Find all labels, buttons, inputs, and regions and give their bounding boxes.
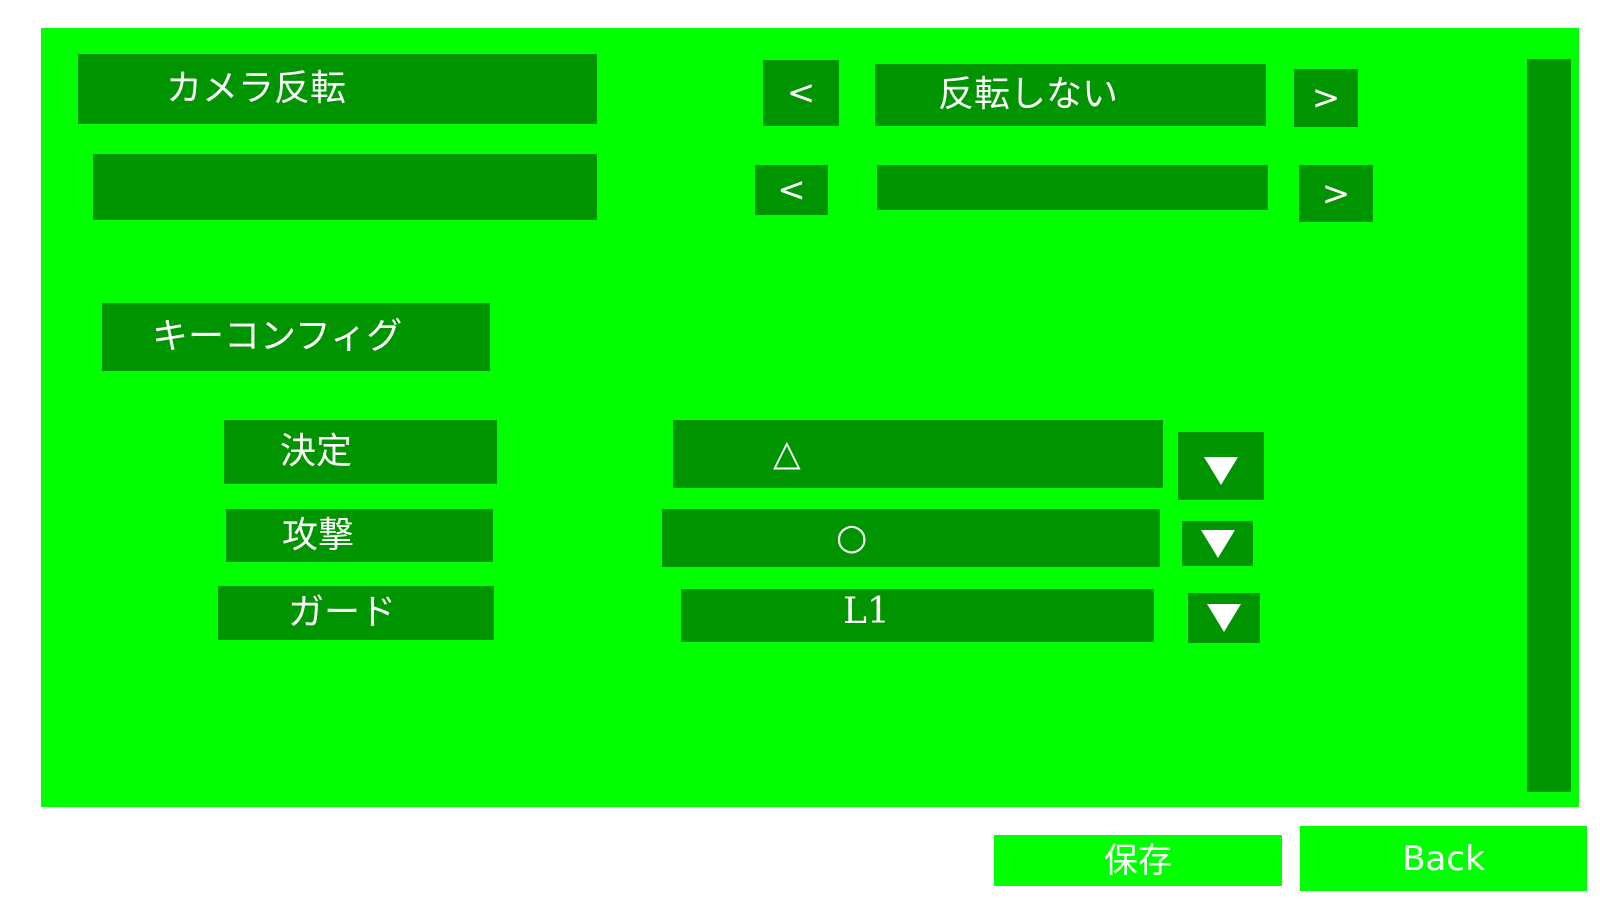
key-config-confirm-label: 決定 [224,420,497,484]
settings-panel [41,28,1579,807]
key-config-attack-value-text: ○ [836,517,868,558]
back-button-label: Back [1402,838,1485,879]
key-config-guard-dropdown-button[interactable] [1188,593,1260,643]
key-config-heading: キーコンフィグ [102,303,490,371]
chevron-left-icon: < [786,73,816,113]
key-config-guard-value: L1 [681,589,1154,642]
scrollbar[interactable] [1527,59,1571,792]
save-button[interactable]: 保存 [994,835,1282,886]
key-config-confirm-label-text: 決定 [280,431,353,472]
key-config-confirm-value-text: △ [773,433,801,474]
camera-invert-prev-button[interactable]: < [763,60,839,126]
camera-invert-value: 反転しない [875,64,1266,126]
key-config-confirm-value: △ [673,420,1163,488]
key-config-guard-value-text: L1 [843,590,890,632]
key-config-attack-label: 攻撃 [226,509,493,562]
key-config-attack-label-text: 攻撃 [282,514,355,556]
triangle-down-icon [1200,529,1235,558]
chevron-right-icon: > [1321,173,1351,214]
chevron-right-icon: > [1311,78,1341,118]
setting-next-button[interactable]: > [1299,165,1373,222]
key-config-guard-label: ガード [218,586,494,640]
key-config-confirm-dropdown-button[interactable] [1178,432,1264,500]
key-config-attack-dropdown-button[interactable] [1182,521,1253,566]
key-config-heading-text: キーコンフィグ [152,316,403,357]
setting-prev-button[interactable]: < [755,165,828,215]
key-config-guard-label-text: ガード [288,592,397,633]
chevron-left-icon: < [777,170,806,210]
triangle-down-icon [1204,457,1238,485]
back-button[interactable]: Back [1300,826,1587,891]
triangle-down-icon [1207,604,1241,632]
save-button-label: 保存 [1104,840,1172,881]
camera-invert-label: カメラ反転 [78,54,597,124]
camera-invert-next-button[interactable]: > [1294,69,1358,127]
setting-value [877,165,1268,210]
camera-invert-label-text: カメラ反転 [166,68,347,109]
setting-label [93,154,597,220]
key-config-attack-value: ○ [662,509,1160,567]
camera-invert-value-text: 反転しない [938,74,1119,115]
